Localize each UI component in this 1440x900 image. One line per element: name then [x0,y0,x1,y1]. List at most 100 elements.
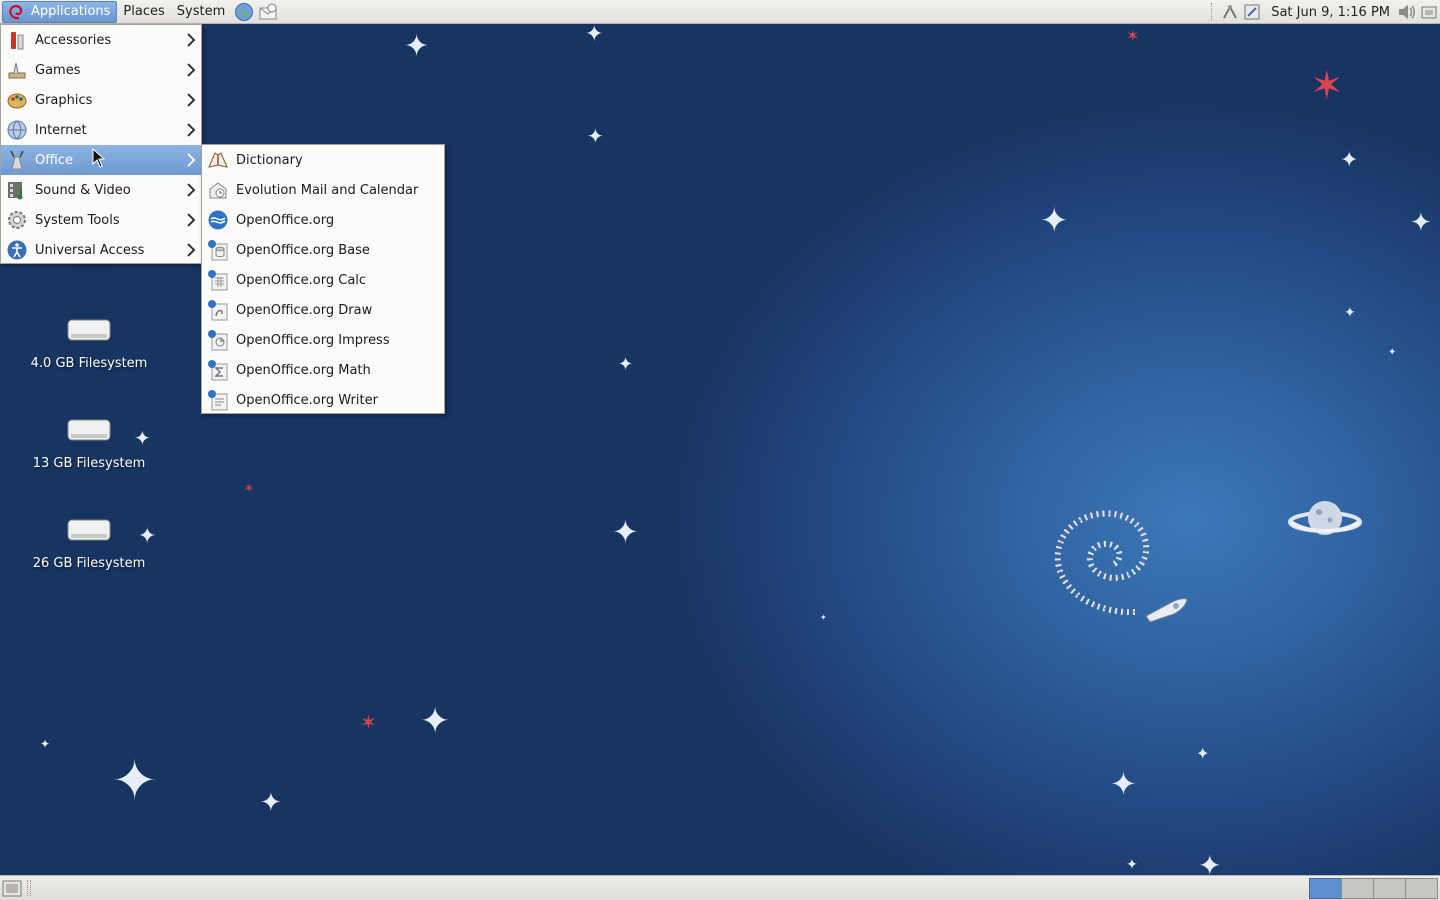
menu-item-label: OpenOffice.org Math [236,362,371,378]
web-browser-icon[interactable] [233,1,255,23]
openoffice-impress-icon [206,328,230,352]
hard-drive-icon [67,519,111,541]
star-decoration: ✦ [587,124,604,148]
applications-menu[interactable]: Applications [2,0,118,23]
top-panel: Applications Places System Sat Jun 9, 1:… [0,0,1440,24]
star-decoration: ✦ [1340,148,1359,173]
menu-item-openoffice-draw[interactable]: OpenOffice.org Draw [202,295,444,325]
applications-menu-label: Applications [31,4,111,19]
menu-item-openoffice[interactable]: OpenOffice.org [202,205,444,235]
chevron-right-icon [187,183,196,197]
desktop-icon-label: 26 GB Filesystem [32,556,146,571]
star-decoration: ✶ [1310,63,1344,109]
star-decoration: ✦ [1388,347,1397,358]
star-decoration: ✦ [1344,305,1356,321]
places-menu[interactable]: Places [117,1,170,23]
debian-swirl-icon [9,4,23,19]
menu-item-openoffice-calc[interactable]: OpenOffice.org Calc [202,265,444,295]
universal-access-icon [5,238,29,262]
menu-item-label: Office [35,152,73,168]
openoffice-math-icon [206,358,230,382]
menu-item-label: System Tools [35,212,120,228]
desktop-icon-filesystem-4gb[interactable]: 4.0 GB Filesystem [19,318,159,371]
chevron-right-icon [187,213,196,227]
menu-item-graphics[interactable]: Graphics [1,85,201,115]
menu-item-label: OpenOffice.org [236,212,335,228]
star-decoration: ✦ [1040,201,1069,241]
openoffice-base-icon [206,238,230,262]
show-desktop-icon[interactable] [2,879,22,898]
desktop-icon-filesystem-13gb[interactable]: 13 GB Filesystem [19,418,159,471]
openoffice-writer-icon [206,388,230,412]
chevron-right-icon [187,93,196,107]
menu-item-dictionary[interactable]: Dictionary [202,145,444,175]
menu-item-universal-access[interactable]: Universal Access [1,235,201,265]
chevron-right-icon [187,33,196,47]
office-submenu: Dictionary Evolution Mail and Calendar O… [201,144,445,414]
star-decoration: ✶ [244,481,255,495]
hard-drive-icon [67,319,111,341]
workspace-4[interactable] [1405,878,1438,899]
star-decoration: ✦ [820,613,827,622]
menu-item-system-tools[interactable]: System Tools [1,205,201,235]
menu-item-label: Dictionary [236,152,303,168]
volume-icon[interactable] [1396,1,1418,23]
desktop-icon-label: 4.0 GB Filesystem [30,356,148,371]
menu-item-openoffice-math[interactable]: OpenOffice.org Math [202,355,444,385]
desktop-icon-label: 13 GB Filesystem [32,456,146,471]
internet-icon [5,118,29,142]
accessories-icon [5,28,29,52]
planet-decoration [1288,501,1362,535]
star-decoration: ✦ [1110,765,1137,803]
places-menu-label: Places [123,4,165,19]
workspace-3[interactable] [1373,878,1406,899]
workspace-switcher [1309,878,1438,899]
star-decoration: ✦ [1126,857,1138,873]
menu-item-label: OpenOffice.org Impress [236,332,390,348]
system-menu[interactable]: System [171,1,231,23]
star-decoration: ✦ [260,788,282,818]
applications-dropdown: Accessories Games Graphics Internet Offi… [0,24,202,264]
openoffice-icon [206,208,230,232]
chevron-right-icon [187,123,196,137]
star-decoration: ✦ [1196,744,1210,763]
mouse-cursor-icon [92,148,106,168]
menu-item-label: OpenOffice.org Draw [236,302,373,318]
games-icon [5,58,29,82]
clock[interactable]: Sat Jun 9, 1:16 PM [1263,5,1396,20]
menu-item-sound-video[interactable]: Sound & Video [1,175,201,205]
openoffice-calc-icon [206,268,230,292]
evolution-icon [206,178,230,202]
dictionary-icon [206,148,230,172]
desktop-icon-filesystem-26gb[interactable]: 26 GB Filesystem [19,518,159,571]
updates-icon[interactable] [1241,1,1263,23]
star-decoration: ✶ [1126,26,1140,45]
workspace-1[interactable] [1309,878,1342,899]
system-tray: Sat Jun 9, 1:16 PM [1205,0,1440,24]
chevron-right-icon [187,63,196,77]
menu-item-openoffice-writer[interactable]: OpenOffice.org Writer [202,385,444,415]
star-decoration: ✦ [404,29,430,64]
menu-item-accessories[interactable]: Accessories [1,25,201,55]
star-decoration: ✦ [1410,208,1432,238]
sound-video-icon [5,178,29,202]
menu-item-label: Evolution Mail and Calendar [236,182,419,198]
show-desktop-icon[interactable] [1418,1,1440,23]
menu-item-evolution[interactable]: Evolution Mail and Calendar [202,175,444,205]
menu-item-label: OpenOffice.org Calc [236,272,367,288]
menu-item-internet[interactable]: Internet [1,115,201,145]
system-tools-icon [5,208,29,232]
menu-item-games[interactable]: Games [1,55,201,85]
menu-item-openoffice-impress[interactable]: OpenOffice.org Impress [202,325,444,355]
menu-item-label: Accessories [35,32,112,48]
menu-item-label: Universal Access [35,242,145,258]
menu-item-openoffice-base[interactable]: OpenOffice.org Base [202,235,444,265]
panel-handle [27,880,31,896]
star-decoration: ✦ [612,513,639,551]
system-menu-label: System [176,4,226,19]
email-client-icon[interactable] [257,1,279,23]
workspace-2[interactable] [1341,878,1374,899]
menu-item-label: Internet [35,122,87,138]
menu-item-label: Sound & Video [35,182,131,198]
network-icon[interactable] [1219,1,1241,23]
